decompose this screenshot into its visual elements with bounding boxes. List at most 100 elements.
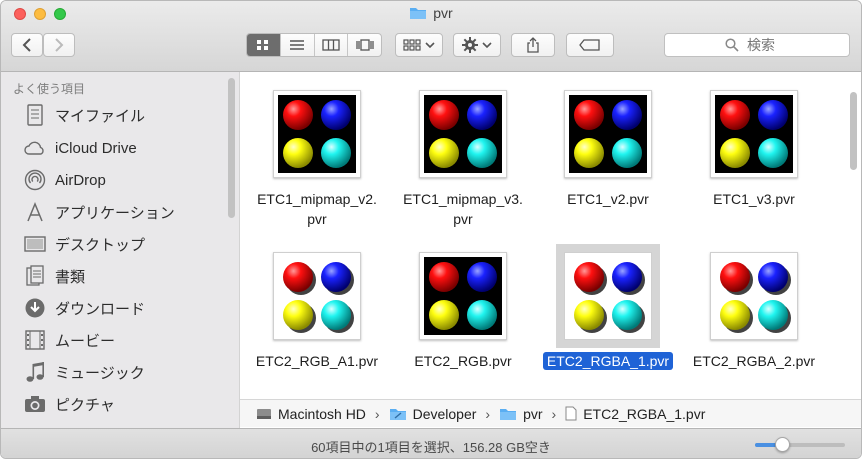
file-name: ETC1_mipmap_v3. pvr bbox=[403, 191, 523, 227]
chevron-right-icon bbox=[55, 38, 64, 52]
path-item-macintosh-hd[interactable]: Macintosh HD bbox=[256, 406, 366, 422]
window-title: pvr bbox=[1, 5, 861, 23]
sidebar-item-airdrop[interactable]: AirDrop bbox=[23, 165, 106, 195]
path-item-file[interactable]: ETC2_RGBA_1.pvr bbox=[565, 406, 705, 422]
path-item-developer[interactable]: Developer bbox=[389, 405, 477, 422]
slider-knob[interactable] bbox=[775, 437, 790, 452]
sidebar-section-title: よく使う項目 bbox=[13, 82, 86, 96]
path-item-label: Macintosh HD bbox=[278, 405, 366, 422]
status-bar: 60項目中の1項目を選択、156.28 GB空き bbox=[1, 428, 861, 458]
sidebar-item-label: iCloud Drive bbox=[55, 139, 137, 157]
file-name: ETC1_v2.pvr bbox=[567, 191, 649, 207]
sidebar-item-label: 書類 bbox=[55, 268, 86, 286]
file-thumbnail bbox=[273, 90, 361, 178]
file-name: ETC1_mipmap_v2. pvr bbox=[257, 191, 377, 227]
sidebar: よく使う項目 マイファイル iCloud Drive AirDrop アプリケー… bbox=[1, 72, 240, 428]
tag-icon bbox=[579, 39, 600, 51]
back-button[interactable] bbox=[11, 33, 43, 57]
sidebar-item-applications[interactable]: アプリケーション bbox=[23, 197, 175, 227]
file-name: ETC1_v3.pvr bbox=[713, 191, 795, 207]
group-by-button[interactable] bbox=[395, 33, 443, 57]
file-name: ETC2_RGBA_2.pvr bbox=[692, 353, 816, 369]
sidebar-item-label: ミュージック bbox=[55, 364, 145, 382]
chevron-left-icon bbox=[22, 38, 31, 52]
icon-size-slider[interactable] bbox=[755, 437, 845, 452]
path-bar: Macintosh HD › Developer › pvr › ETC2_RG… bbox=[240, 399, 861, 427]
search-icon bbox=[725, 38, 739, 52]
sidebar-item-pictures[interactable]: ピクチャ bbox=[23, 389, 115, 419]
file-name: ETC2_RGB_A1.pvr bbox=[255, 353, 379, 369]
sidebar-item-label: AirDrop bbox=[55, 171, 106, 189]
sidebar-item-icloud-drive[interactable]: iCloud Drive bbox=[23, 133, 137, 163]
tags-button[interactable] bbox=[566, 33, 614, 57]
folder-icon bbox=[499, 407, 517, 421]
file-thumbnail bbox=[273, 252, 361, 340]
file-grid: ETC1_mipmap_v2. pvr ETC1_mipmap_v3. pvr ET… bbox=[240, 72, 861, 399]
balls-thumbnail-dark bbox=[424, 95, 502, 173]
airdrop-icon bbox=[23, 168, 47, 192]
share-icon bbox=[527, 37, 539, 53]
path-separator-icon: › bbox=[485, 405, 491, 422]
desktop-icon bbox=[23, 232, 47, 256]
balls-thumbnail-light bbox=[715, 257, 793, 335]
sidebar-item-desktop[interactable]: デスクトップ bbox=[23, 229, 145, 259]
icon-view-button[interactable] bbox=[247, 34, 281, 56]
file-thumbnail bbox=[556, 244, 660, 348]
file-thumbnail bbox=[710, 90, 798, 178]
gear-icon bbox=[462, 37, 478, 53]
share-button[interactable] bbox=[511, 33, 555, 57]
cloud-icon bbox=[23, 136, 47, 160]
search-input[interactable] bbox=[745, 36, 789, 54]
file-thumbnail bbox=[564, 90, 652, 178]
sidebar-item-label: ダウンロード bbox=[55, 300, 146, 318]
balls-thumbnail-light bbox=[569, 257, 647, 335]
sidebar-item-all-files[interactable]: マイファイル bbox=[23, 100, 145, 130]
developer-folder-icon bbox=[389, 407, 407, 421]
download-icon bbox=[23, 296, 47, 320]
view-mode-segmented bbox=[246, 33, 382, 57]
sidebar-item-music[interactable]: ミュージック bbox=[23, 357, 145, 387]
finder-window: pvr 検索 よく使う項目 マイファイル iCloud Drive AirDro… bbox=[0, 0, 862, 459]
path-item-label: Developer bbox=[412, 405, 477, 422]
action-menu-button[interactable] bbox=[453, 33, 501, 57]
sidebar-item-downloads[interactable]: ダウンロード bbox=[23, 293, 145, 323]
content-scrollbar[interactable] bbox=[850, 92, 857, 170]
balls-thumbnail-dark bbox=[278, 95, 356, 173]
group-icon bbox=[403, 39, 421, 51]
file-name: ETC2_RGB.pvr bbox=[414, 353, 512, 369]
sidebar-item-documents[interactable]: 書類 bbox=[23, 261, 85, 291]
status-text: 60項目中の1項目を選択、156.28 GB空き bbox=[311, 440, 551, 455]
balls-thumbnail-light bbox=[278, 257, 356, 335]
sidebar-item-label: デスクトップ bbox=[55, 236, 146, 254]
list-view-button[interactable] bbox=[281, 34, 315, 56]
gallery-view-button[interactable] bbox=[348, 34, 381, 56]
sidebar-item-movies[interactable]: ムービー bbox=[23, 325, 115, 355]
path-separator-icon: › bbox=[551, 405, 557, 422]
music-icon bbox=[23, 360, 47, 384]
path-item-pvr[interactable]: pvr bbox=[499, 406, 543, 422]
toolbar: pvr bbox=[1, 1, 861, 72]
chevron-down-icon bbox=[425, 42, 435, 49]
column-view-button[interactable] bbox=[315, 34, 349, 56]
camera-icon bbox=[23, 392, 47, 416]
list-icon bbox=[290, 40, 305, 50]
cover-flow-icon bbox=[355, 39, 374, 51]
document-icon bbox=[565, 406, 577, 421]
sidebar-scrollbar[interactable] bbox=[228, 78, 235, 218]
documents-icon bbox=[23, 264, 47, 288]
applications-icon bbox=[23, 200, 47, 224]
search-field[interactable] bbox=[664, 33, 850, 57]
path-item-label: ETC2_RGBA_1.pvr bbox=[583, 405, 706, 422]
folder-icon bbox=[409, 6, 427, 23]
file-thumbnail bbox=[710, 252, 798, 340]
forward-button[interactable] bbox=[43, 33, 75, 57]
icon-grid-icon bbox=[257, 40, 269, 50]
file-thumbnail bbox=[419, 252, 507, 340]
balls-thumbnail-dark bbox=[424, 257, 502, 335]
balls-thumbnail-dark bbox=[715, 95, 793, 173]
sidebar-item-label: アプリケーション bbox=[55, 204, 175, 222]
chevron-down-icon bbox=[482, 42, 492, 49]
hard-drive-icon bbox=[256, 407, 272, 421]
path-separator-icon: › bbox=[374, 405, 380, 422]
window-title-text: pvr bbox=[433, 5, 453, 21]
